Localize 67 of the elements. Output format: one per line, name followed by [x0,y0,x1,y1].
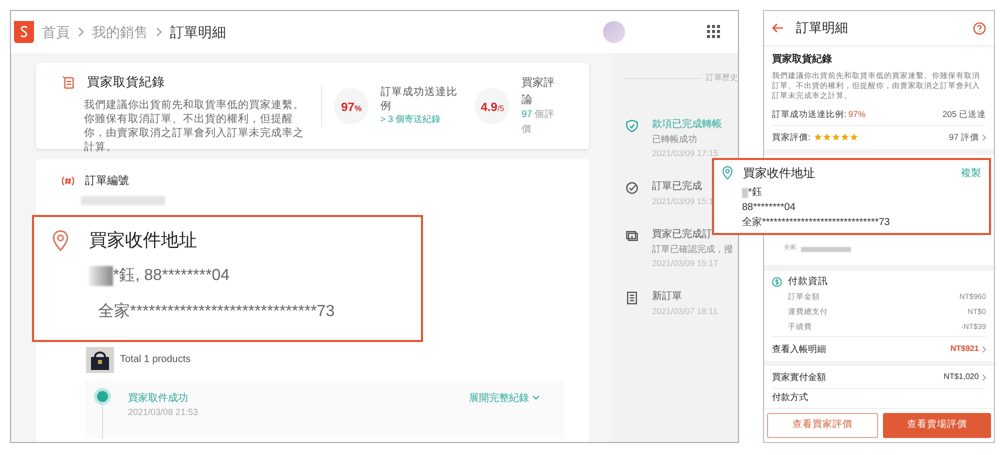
chevron-right-icon [982,374,986,381]
review-button[interactable]: 查看賣場評價 [882,413,991,438]
review-count: 97 評價 [948,130,979,144]
apps-grid-icon[interactable] [707,25,721,39]
help-icon[interactable] [973,22,986,34]
rating-badge: 4.9/5 [475,88,510,124]
breadcrumb-link[interactable]: 我的銷售 [92,22,148,42]
chevron-right-icon [156,27,162,37]
redacted-name [89,266,113,286]
breadcrumb-link[interactable]: 訂單明細 [170,22,226,42]
tracking-status: 買家取件成功 [128,392,189,406]
copy-link[interactable]: 複製 [961,166,981,180]
phone-text: 88********04 [742,201,796,215]
product-thumbnail-drawing [86,346,114,372]
chevron-right-icon [982,134,986,140]
breadcrumb-link[interactable]: 首頁 [42,22,70,42]
event-title: 新訂單 [652,290,683,304]
event-title: 買家已完成訂 [652,228,713,242]
address-text: 全家******************************73 [742,216,891,230]
shield-icon [625,119,639,133]
dollar-icon [772,277,782,288]
payment-method-label: 付款方式 [772,391,809,404]
delivered-count: 205 已送達 [942,108,986,120]
redacted-bar [800,247,851,252]
expand-history-link[interactable]: 展開完整紀錄 [469,390,540,406]
rate-badge: 97% [334,88,368,124]
order-number-label: 訂單編號 [85,174,129,189]
back-arrow-icon[interactable] [772,23,784,33]
address-text: 全家******************************73 [98,302,336,322]
rate-label: 訂單成功送達比例: [772,108,846,120]
event-title: 款項已完成轉帳 [652,118,722,132]
hash-icon [61,175,75,188]
event-subtitle: 已轉帳成功 [652,133,698,146]
review-count: 97 個評價 [521,108,556,136]
card-title: 買家取貨紀錄 [87,74,165,91]
shop-bag-logo [14,21,34,43]
rating-label: 買家評價: [772,130,810,144]
page-title: 訂單明細 [796,19,849,38]
location-pin-icon [722,166,733,180]
chevron-right-icon [78,27,84,37]
rate-value: 97% [848,108,866,120]
history-label: 訂單歷史 [706,72,738,84]
document-icon [625,291,639,305]
chevron-down-icon [532,395,540,401]
chevron-right-icon [982,346,986,353]
rating-label: 買家評論 [521,76,556,108]
location-pin-icon [52,230,69,252]
buyer-paid-row[interactable]: 買家實付金額 NT$1,020 [772,366,986,388]
rate-label: 訂單成功送達比例 [380,85,458,114]
check-circle-icon [625,181,639,195]
callout-title: 買家收件地址 [89,229,197,252]
section-title: 買家取貨紀錄 [772,52,833,67]
callout-title: 買家收件地址 [743,165,816,182]
tracking-time: 2021/03/08 21:53 [128,406,198,418]
event-subtitle: 訂單已確認完成，撥 [652,243,733,256]
total-products-text: Total 1 products [120,353,191,367]
review-button[interactable]: 查看買家評價 [767,413,878,438]
receipt-icon [62,76,75,89]
contact-text: *鈺, 88********04 [113,266,230,286]
rate-note: > 3 個寄送紀錄 [380,113,442,126]
name-text: *鈺 [748,186,762,200]
income-detail-row[interactable]: 查看入帳明細 NT$921 [772,339,986,360]
description-text: 我們建議你出貨前先和取貨率低的買家連繫。你雖保有取消訂單、不出貨的權利，但提醒你，由賣家取消之訂單會列入訂單未完成率之計算。 [83,98,305,154]
section-title: 付款資訊 [788,275,828,289]
redacted-name [742,188,748,198]
event-title: 訂單已完成 [652,180,703,194]
money-icon [625,229,639,243]
